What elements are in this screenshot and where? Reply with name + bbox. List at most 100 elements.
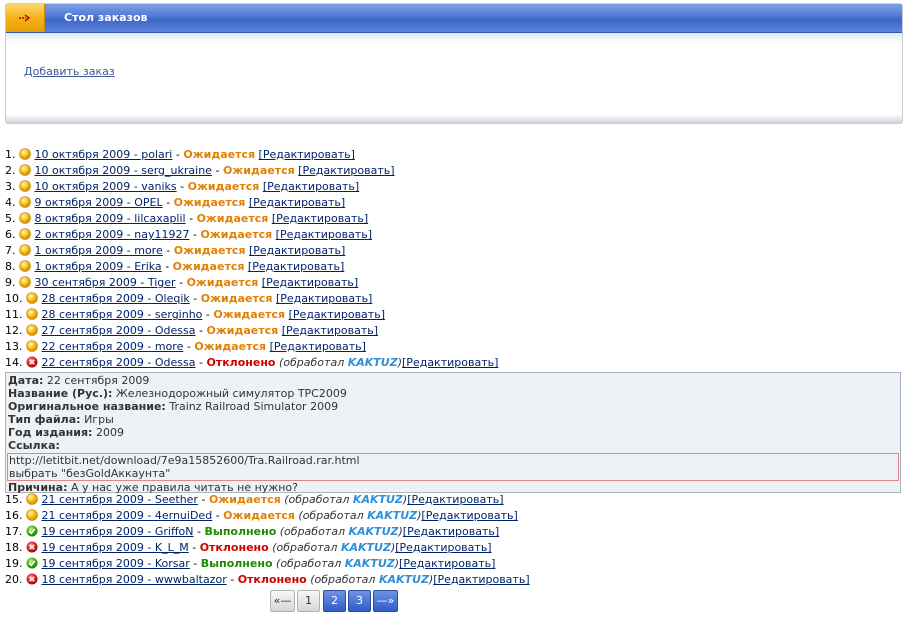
rejected-icon: [26, 541, 38, 553]
processed-by-label: (обработал: [298, 509, 364, 522]
separator: -: [180, 180, 185, 193]
order-number: 9.: [5, 276, 16, 289]
order-link[interactable]: 28 сентября 2009 - serginho: [42, 308, 203, 321]
order-number: 2.: [5, 164, 16, 177]
edit-order-link[interactable]: [Редактировать]: [249, 196, 345, 209]
processed-by-admin: KAKTUZ: [340, 541, 391, 554]
pending-icon: [25, 324, 38, 336]
edit-order-link[interactable]: [Редактировать]: [407, 493, 503, 506]
pending-icon: [18, 260, 31, 272]
edit-order-link[interactable]: [Редактировать]: [276, 228, 372, 241]
edit-order-link[interactable]: [Редактировать]: [272, 212, 368, 225]
edit-order-link[interactable]: [Редактировать]: [259, 148, 355, 161]
order-row: 9. 30 сентября 2009 - Tiger - Ожидается […: [5, 275, 905, 291]
order-link[interactable]: 21 сентября 2009 - Seether: [42, 493, 198, 506]
edit-order-link[interactable]: [Редактировать]: [433, 573, 529, 586]
pending-icon: [18, 244, 31, 256]
separator: -: [186, 340, 191, 353]
order-link[interactable]: 19 сентября 2009 - K_L_M: [42, 541, 189, 554]
orders-bottom: 15. 21 сентября 2009 - Seether - Ожидаетс…: [5, 492, 905, 588]
separator: -: [192, 228, 197, 241]
separator: -: [166, 244, 171, 257]
separator: -: [197, 525, 201, 538]
order-status: Выполнено: [200, 557, 273, 570]
order-status: Ожидается: [187, 180, 260, 193]
order-status: Ожидается: [172, 260, 245, 273]
order-link[interactable]: 28 сентября 2009 - Oleqik: [42, 292, 190, 305]
pending-icon: [18, 228, 31, 240]
separator: -: [230, 573, 235, 586]
order-link[interactable]: 19 сентября 2009 - Korsar: [42, 557, 190, 570]
edit-order-link[interactable]: [Редактировать]: [289, 308, 385, 321]
edit-order-link[interactable]: [Редактировать]: [249, 244, 345, 257]
order-link[interactable]: 30 сентября 2009 - Tiger: [35, 276, 176, 289]
order-row: 8. 1 октября 2009 - Erika - Ожидается [Ре…: [5, 259, 905, 275]
order-row: 15. 21 сентября 2009 - Seether - Ожидаетс…: [5, 492, 905, 508]
separator: -: [189, 212, 194, 225]
processed-by-label: (обработал: [276, 557, 342, 570]
order-number: 1.: [5, 148, 16, 161]
edit-order-link[interactable]: [Редактировать]: [399, 557, 495, 570]
order-link[interactable]: 22 сентября 2009 - Odessa: [42, 356, 196, 369]
order-details: Дата: 22 сентября 2009 Название (Рус.): …: [5, 372, 901, 494]
order-link[interactable]: 21 сентября 2009 - 4ernuiDed: [42, 509, 213, 522]
link-box[interactable]: http://letitbit.net/download/7e9a1585260…: [7, 453, 899, 481]
edit-order-link[interactable]: [Редактировать]: [262, 276, 358, 289]
order-link[interactable]: 22 сентября 2009 - more: [42, 340, 184, 353]
panel-title: Стол заказов: [64, 11, 148, 24]
order-link[interactable]: 27 сентября 2009 - Odessa: [42, 324, 196, 337]
order-row: 11. 28 сентября 2009 - serginho - Ожидает…: [5, 307, 905, 323]
order-row: 2. 10 октября 2009 - serg_ukraine - Ожида…: [5, 163, 905, 179]
edit-order-link[interactable]: [Редактировать]: [402, 356, 498, 369]
edit-order-link[interactable]: [Редактировать]: [263, 180, 359, 193]
edit-order-link[interactable]: [Редактировать]: [298, 164, 394, 177]
pending-icon: [25, 509, 38, 521]
order-link[interactable]: 10 октября 2009 - serg_ukraine: [35, 164, 212, 177]
order-link[interactable]: 1 октября 2009 - Erika: [35, 260, 162, 273]
edit-order-link[interactable]: [Редактировать]: [395, 541, 491, 554]
order-status: Ожидается: [222, 164, 295, 177]
edit-order-link[interactable]: [Редактировать]: [403, 525, 499, 538]
order-link[interactable]: 10 октября 2009 - polari: [35, 148, 173, 161]
name-ru-label: Название (Рус.):: [8, 387, 113, 400]
order-row: 1. 10 октября 2009 - polari - Ожидается […: [5, 147, 905, 163]
edit-order-link[interactable]: [Редактировать]: [276, 292, 372, 305]
filetype-value: Игры: [84, 413, 114, 426]
order-link[interactable]: 1 октября 2009 - more: [35, 244, 163, 257]
order-link[interactable]: 19 сентября 2009 - GriffoN: [42, 525, 194, 538]
order-link[interactable]: 8 октября 2009 - lilcaxaplil: [35, 212, 186, 225]
pending-icon: [25, 308, 38, 320]
orders-panel: Стол заказов Добавить заказ: [5, 3, 903, 124]
order-status: Ожидается: [208, 493, 281, 506]
order-link[interactable]: 10 октября 2009 - vaniks: [35, 180, 177, 193]
pending-icon: [18, 196, 31, 208]
order-link[interactable]: 9 октября 2009 - OPEL: [35, 196, 163, 209]
prev-page-button[interactable]: «—: [270, 590, 295, 612]
add-order-link[interactable]: Добавить заказ: [24, 65, 115, 78]
processed-by-label: (обработал: [272, 541, 338, 554]
edit-order-link[interactable]: [Редактировать]: [421, 509, 517, 522]
order-number: 7.: [5, 244, 16, 257]
order-link[interactable]: 18 сентября 2009 - wwwbaltazor: [42, 573, 227, 586]
order-link[interactable]: 2 октября 2009 - nay11927: [35, 228, 190, 241]
order-row: 18. 19 сентября 2009 - K_L_M - Отклонено …: [5, 540, 905, 556]
order-status: Ожидается: [223, 509, 295, 522]
order-number: 18.: [5, 541, 23, 554]
page-3-button[interactable]: 3: [348, 590, 371, 612]
pending-icon: [18, 164, 31, 176]
order-number: 20.: [5, 573, 23, 586]
next-page-button[interactable]: —»: [373, 590, 398, 612]
rejected-icon: [26, 573, 38, 585]
order-status: Выполнено: [204, 525, 277, 538]
page-2-button[interactable]: 2: [323, 590, 346, 612]
order-row: 19. 19 сентября 2009 - Korsar - Выполнено…: [5, 556, 905, 572]
order-status: Ожидается: [186, 276, 259, 289]
done-icon: [26, 525, 38, 537]
edit-order-link[interactable]: [Редактировать]: [248, 260, 344, 273]
edit-order-link[interactable]: [Редактировать]: [282, 324, 378, 337]
separator: -: [198, 324, 203, 337]
edit-order-link[interactable]: [Редактировать]: [270, 340, 366, 353]
page-1-button[interactable]: 1: [297, 590, 320, 612]
order-row: 16. 21 сентября 2009 - 4ernuiDed - Ожидае…: [5, 508, 905, 524]
pending-icon: [25, 292, 38, 304]
